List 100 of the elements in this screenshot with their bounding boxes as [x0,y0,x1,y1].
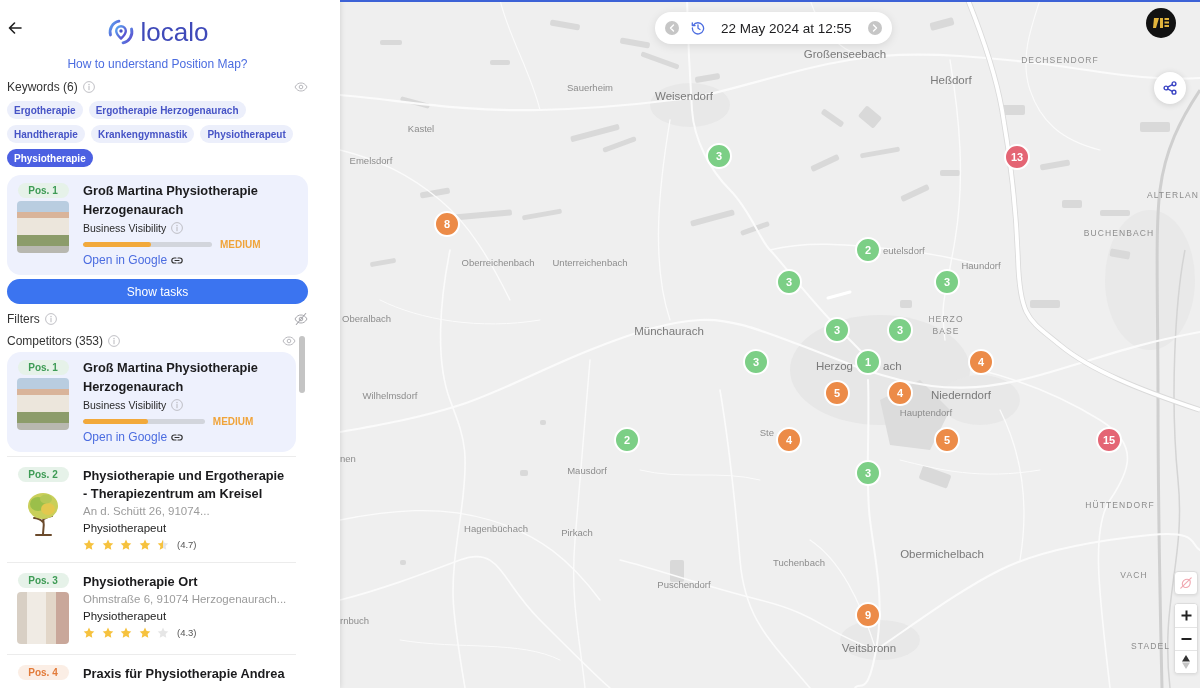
minus-icon [1180,638,1192,640]
map-marker[interactable]: 5 [934,427,960,453]
keyword-chip[interactable]: Ergotherapie [7,101,83,119]
info-icon[interactable] [44,313,57,325]
keyword-chip[interactable]: Physiotherapie [7,149,93,167]
map-marker[interactable]: 4 [968,349,994,375]
place-label: Hauptendorf [899,406,953,418]
place-label: Sauerheim [567,81,613,93]
map-marker[interactable]: 4 [776,427,802,453]
info-icon[interactable] [171,399,184,411]
place-label: Obermichelbach [900,547,984,561]
place-label: Unterreichenbach [552,256,628,268]
section-label: Filters [7,312,40,326]
place-label: Mausdorf [567,464,607,476]
map-marker[interactable]: 2 [855,237,881,263]
place-label: HÜTTENDORF [1085,499,1155,511]
reset-north-button[interactable] [1175,650,1197,673]
map-marker[interactable]: 13 [1004,144,1030,170]
logo-icon [106,18,135,46]
history-icon[interactable] [691,21,705,35]
north-arrow-icon [1182,655,1190,669]
map-marker[interactable]: 2 [614,427,640,453]
share-button[interactable] [1154,72,1186,104]
date-label: 22 May 2024 at 12:55 [721,20,852,36]
info-icon[interactable] [82,81,95,93]
star-icon [120,538,132,551]
category-text: Physiotherapeut [83,521,168,536]
place-label: Veitsbronn [841,641,897,655]
place-label: Weisendorf [655,89,713,103]
place-label: Münchaurach [634,324,704,338]
map-marker[interactable]: 3 [706,143,732,169]
keyword-chip[interactable]: Physiotherapeut [200,125,293,143]
star-icon [138,538,151,551]
keyword-chip[interactable]: Handtherapie [7,125,85,143]
previous-date-button[interactable] [665,21,679,35]
place-label: Heßdorf [930,73,972,87]
map-marker[interactable]: 3 [934,269,960,295]
place-label: Großenseebach [803,47,887,61]
link-icon [171,433,184,441]
info-icon[interactable] [171,222,184,234]
scrollbar[interactable] [299,336,305,393]
place-label: BUCHENBACH [1083,227,1155,239]
open-in-google-link[interactable]: Open in Google [83,253,184,267]
place-label: Tuchenbach [773,556,825,568]
map-marker[interactable]: 8 [434,211,460,237]
place-label: ach [883,359,902,373]
place-label: Ste [759,426,774,438]
help-link[interactable]: How to understand Position Map? [67,57,248,71]
business-name: Groß Martina Physiotherapie Herzogenaurach [83,359,259,396]
place-label: Emelsdorf [349,154,393,166]
visibility-rating: MEDIUM [220,238,261,250]
location-off-button[interactable] [1174,571,1198,595]
place-label: ALTERLAN [1146,189,1199,201]
photo-placeholder [17,378,69,430]
info-icon[interactable] [108,335,121,347]
eye-icon[interactable] [282,336,296,346]
star-icon [83,538,95,551]
star-icon [138,626,151,639]
business-name: Praxis für Physiotherapie Andrea [83,665,286,683]
eye-off-icon[interactable] [294,313,308,325]
category-text: Physiotherapeut [83,609,168,624]
show-tasks-button[interactable]: Show tasks [7,279,308,304]
place-label: HERZO [928,313,964,325]
map-marker[interactable]: 15 [1096,427,1122,453]
position-badge: Pos. 2 [17,467,69,482]
map-marker[interactable]: 3 [855,460,881,486]
place-label: STADEL [1130,640,1170,652]
avatar[interactable] [1146,8,1176,38]
chevron-right-icon [872,24,878,32]
rating-count: (4.7) [177,539,197,550]
keyword-chip[interactable]: Krankengymnastik [90,125,195,143]
map-marker[interactable]: 3 [743,349,769,375]
plus-icon [1180,610,1192,621]
position-badge: Pos. 3 [17,573,69,588]
map-marker[interactable]: 3 [776,269,802,295]
place-label: Kastel [407,122,435,134]
keyword-chip[interactable]: Ergotherapie Herzogenaurach [88,101,246,119]
zoom-in-button[interactable] [1175,604,1197,627]
zoom-out-button[interactable] [1175,627,1197,650]
place-label: Puschendorf [657,578,711,590]
map-marker[interactable]: 3 [824,317,850,343]
next-date-button[interactable] [868,21,882,35]
open-in-google-link[interactable]: Open in Google [83,430,184,444]
photo-placeholder [17,592,69,644]
business-name: Groß Martina Physiotherapie Herzogenaurach [83,182,259,219]
visibility-rating: MEDIUM [212,415,254,427]
eye-icon[interactable] [294,82,308,92]
star-icon [101,538,114,551]
chevron-left-icon [669,24,675,32]
place-label: Wilhelmsdorf [362,389,418,401]
place-label: DECHSENDORF [1021,54,1099,66]
place-label: nen [340,452,356,464]
place-label: Hagenbüchach [464,522,528,534]
back-button[interactable] [7,21,23,35]
place-label: eutelsdorf [883,244,925,256]
position-badge: Pos. 4 [17,665,69,680]
section-label: Keywords (6) [7,80,78,94]
map-marker[interactable]: 9 [855,602,881,628]
place-label: BASE [932,325,960,337]
star-icon [157,626,169,639]
